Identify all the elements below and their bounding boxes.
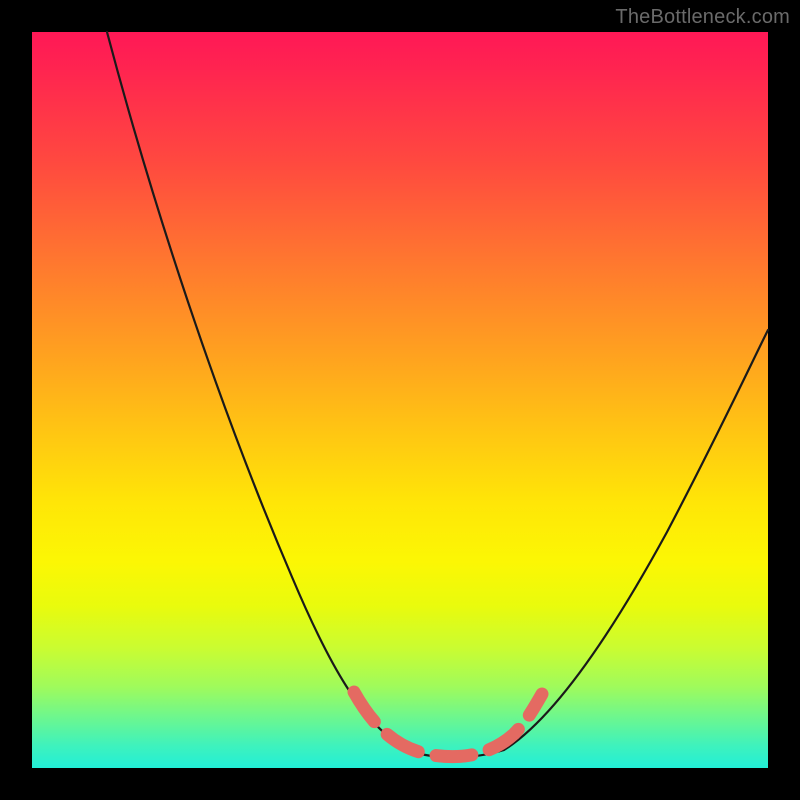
chart-frame: TheBottleneck.com — [0, 0, 800, 800]
watermark-text: TheBottleneck.com — [615, 6, 790, 29]
plot-area — [32, 32, 768, 768]
curve-right-branch — [504, 330, 768, 750]
optimal-range-marker — [354, 692, 542, 757]
curve-svg — [32, 32, 768, 768]
curve-left-branch — [107, 32, 404, 748]
